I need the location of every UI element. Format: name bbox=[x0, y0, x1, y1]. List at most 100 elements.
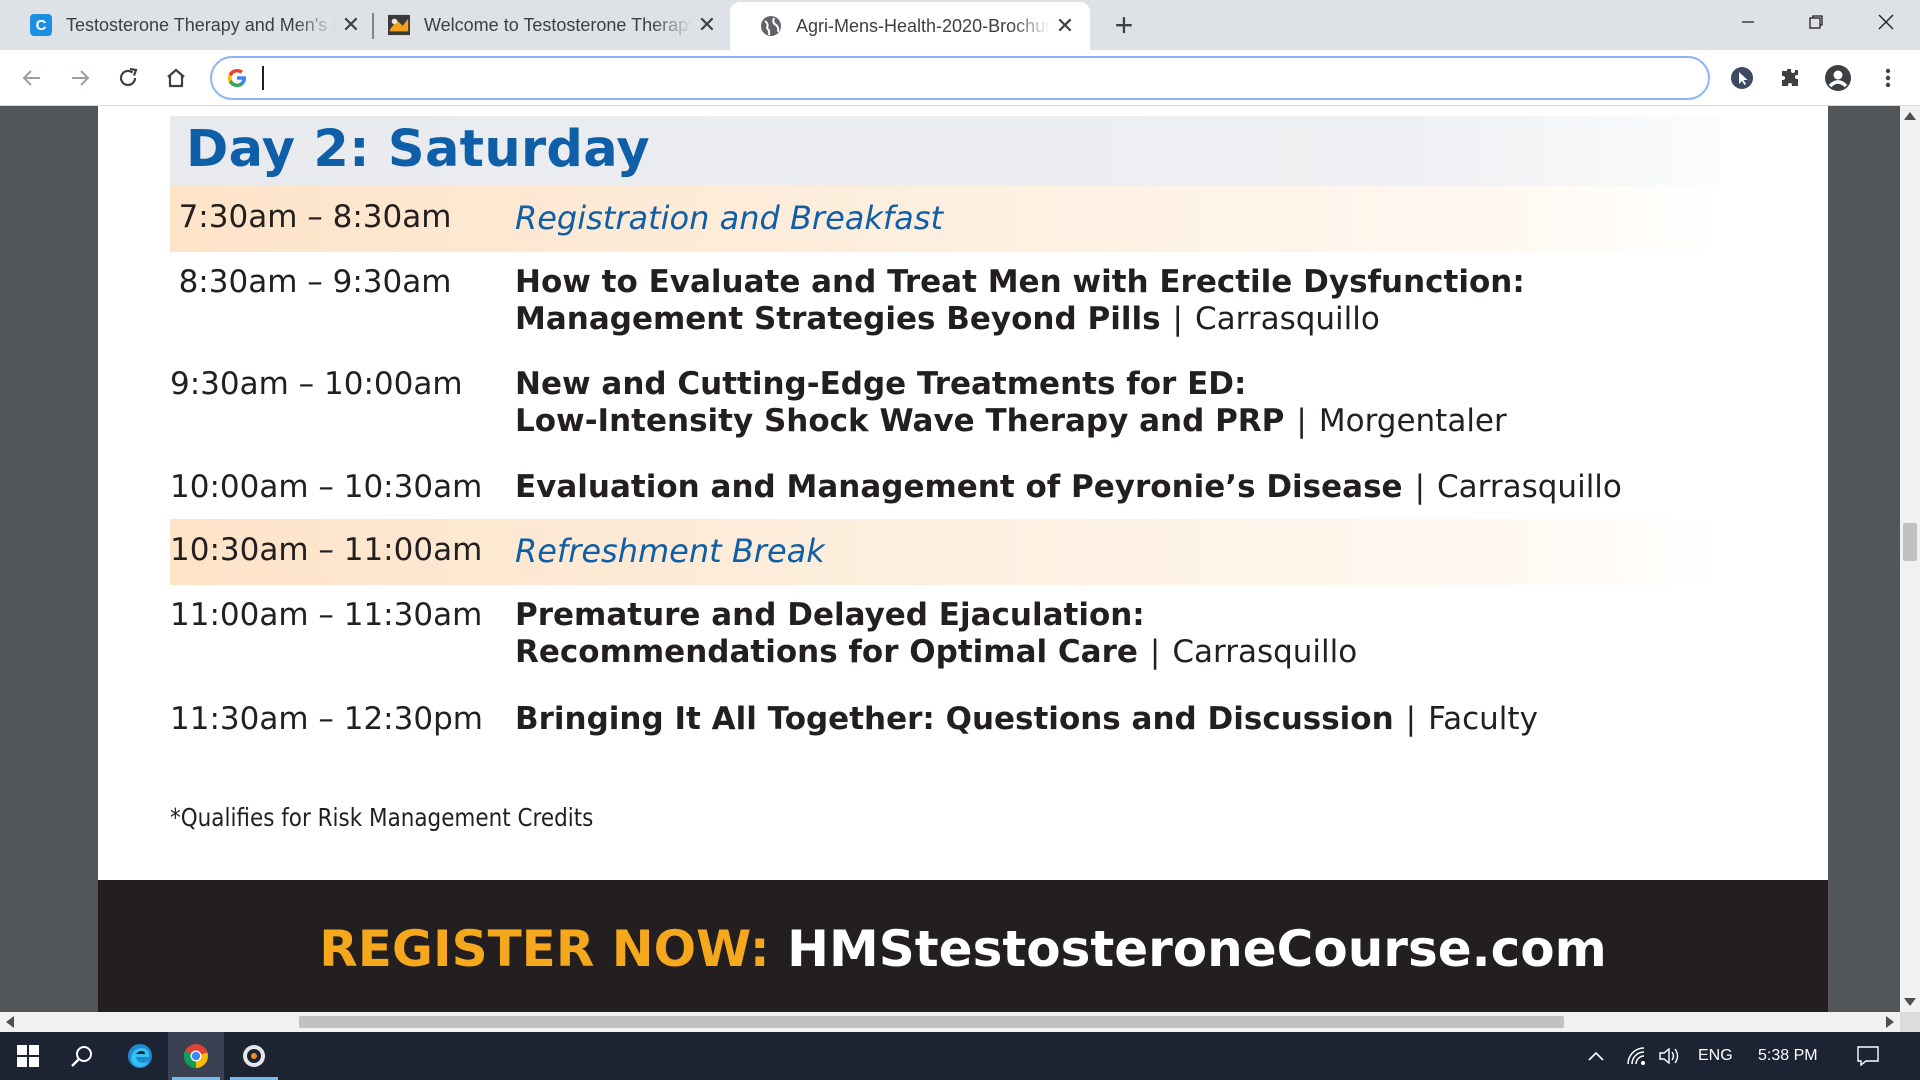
menu-button[interactable] bbox=[1872, 62, 1904, 94]
session-title-line: How to Evaluate and Treat Men with Erect… bbox=[515, 264, 1525, 300]
close-icon[interactable]: ✕ bbox=[1050, 13, 1080, 39]
vertical-scrollbar[interactable] bbox=[1900, 106, 1920, 1012]
horizontal-scroll-thumb[interactable] bbox=[299, 1016, 1564, 1028]
separator: | bbox=[1296, 403, 1307, 439]
schedule-row: 10:00am – 10:30am Evaluation and Managem… bbox=[170, 455, 1720, 519]
taskbar-edge[interactable] bbox=[112, 1032, 168, 1080]
pdf-viewport[interactable]: Day 2: Saturday 7:30am – 8:30am Registra… bbox=[0, 106, 1900, 1012]
minimize-button[interactable] bbox=[1718, 0, 1778, 44]
scrollbar-corner bbox=[1900, 1012, 1920, 1032]
tab-testosterone-therapy[interactable]: C Testosterone Therapy and Men's Health … bbox=[0, 0, 376, 50]
text-caret bbox=[262, 66, 264, 90]
tab-title: Welcome to Testosterone Therapy bbox=[424, 14, 692, 35]
separator: | bbox=[1405, 701, 1417, 737]
back-button[interactable] bbox=[12, 58, 52, 98]
day-header: Day 2: Saturday bbox=[170, 116, 1720, 186]
schedule-row-break: 7:30am – 8:30am Registration and Breakfa… bbox=[170, 186, 1720, 252]
schedule-row-break: 10:30am – 11:00am Refreshment Break bbox=[170, 519, 1720, 585]
close-icon[interactable]: ✕ bbox=[692, 12, 722, 38]
restore-icon bbox=[1809, 15, 1823, 29]
taskbar-media-player[interactable] bbox=[226, 1032, 282, 1080]
kebab-menu-icon bbox=[1885, 68, 1891, 88]
session-time: 11:00am – 11:30am bbox=[170, 597, 483, 633]
speaker-name: Morgentaler bbox=[1318, 403, 1507, 439]
register-now-label: REGISTER NOW: bbox=[319, 920, 770, 978]
windows-taskbar: ENG 5:38 PM bbox=[0, 1032, 1920, 1080]
session-time: 10:30am – 11:00am bbox=[170, 532, 483, 568]
home-icon bbox=[167, 68, 185, 88]
session-time: 8:30am – 9:30am bbox=[178, 264, 452, 300]
show-hidden-icons-button[interactable] bbox=[1586, 1032, 1606, 1080]
edge-icon bbox=[128, 1044, 152, 1068]
address-bar[interactable] bbox=[210, 56, 1710, 100]
tab-brochure-pdf[interactable]: Agri-Mens-Health-2020-Brochure.pdf ✕ bbox=[730, 2, 1090, 50]
avatar-icon bbox=[1825, 65, 1851, 91]
session-title: Evaluation and Management of Peyronie’s … bbox=[515, 469, 1715, 506]
speaker-name: Faculty bbox=[1428, 701, 1538, 737]
network-button[interactable] bbox=[1626, 1032, 1648, 1080]
register-banner: REGISTER NOW: HMStestosteroneCourse.com bbox=[98, 880, 1828, 1012]
separator: | bbox=[1414, 469, 1426, 505]
puzzle-icon bbox=[1782, 69, 1798, 86]
close-icon bbox=[1878, 14, 1894, 30]
globe-icon bbox=[760, 15, 782, 37]
session-title: Premature and Delayed Ejaculation: Recom… bbox=[515, 597, 1715, 671]
taskbar-chrome[interactable] bbox=[168, 1032, 224, 1080]
banner-text: REGISTER NOW: HMStestosteroneCourse.com bbox=[98, 920, 1828, 978]
session-time: 11:30am – 12:30pm bbox=[170, 701, 483, 737]
session-title: How to Evaluate and Treat Men with Erect… bbox=[515, 264, 1715, 338]
forward-button[interactable] bbox=[60, 58, 100, 98]
search-icon bbox=[71, 1046, 92, 1067]
reload-button[interactable] bbox=[108, 58, 148, 98]
extensions-button[interactable] bbox=[1774, 62, 1806, 94]
scroll-left-icon[interactable] bbox=[6, 1016, 14, 1028]
day-title: Day 2: Saturday bbox=[186, 120, 650, 179]
session-title: New and Cutting-Edge Treatments for ED: … bbox=[515, 366, 1715, 440]
search-button[interactable] bbox=[54, 1032, 110, 1080]
schedule-row: 11:30am – 12:30pm Bringing It All Togeth… bbox=[170, 687, 1720, 751]
tab-title: Agri-Mens-Health-2020-Brochure.pdf bbox=[796, 15, 1050, 36]
course-url: HMStestosteroneCourse.com bbox=[787, 920, 1607, 978]
new-tab-button[interactable]: + bbox=[1108, 8, 1140, 42]
notifications-button[interactable] bbox=[1856, 1032, 1880, 1080]
scroll-up-icon[interactable] bbox=[1904, 112, 1916, 120]
language-indicator[interactable]: ENG bbox=[1698, 1032, 1733, 1080]
session-title-line: Recommendations for Optimal Care bbox=[515, 634, 1138, 670]
schedule-row: 9:30am – 10:00am New and Cutting-Edge Tr… bbox=[170, 354, 1720, 455]
home-button[interactable] bbox=[156, 58, 196, 98]
cursor-extension-icon bbox=[1731, 67, 1753, 89]
url-input[interactable] bbox=[262, 64, 1682, 92]
chrome-icon bbox=[183, 1044, 208, 1069]
session-title-line: Premature and Delayed Ejaculation: bbox=[515, 597, 1145, 633]
speaker-name: Carrasquillo bbox=[1194, 301, 1380, 337]
media-player-icon bbox=[243, 1045, 265, 1067]
session-title-line: Bringing It All Together: Questions and … bbox=[515, 701, 1394, 737]
vertical-scroll-thumb[interactable] bbox=[1903, 523, 1917, 562]
minimize-icon bbox=[1742, 21, 1754, 23]
close-window-button[interactable] bbox=[1856, 0, 1916, 44]
footnote: *Qualifies for Risk Management Credits bbox=[170, 803, 594, 832]
session-time: 9:30am – 10:00am bbox=[170, 366, 463, 402]
speaker-name: Carrasquillo bbox=[1172, 634, 1358, 670]
windows-start-icon bbox=[17, 1045, 39, 1067]
speaker-name: Carrasquillo bbox=[1437, 469, 1622, 505]
reload-icon bbox=[119, 67, 138, 87]
cursor-extension-button[interactable] bbox=[1726, 62, 1758, 94]
start-button[interactable] bbox=[0, 1032, 56, 1080]
scroll-right-icon[interactable] bbox=[1886, 1016, 1894, 1028]
clock[interactable]: 5:38 PM bbox=[1758, 1032, 1818, 1080]
separator: | bbox=[1172, 301, 1183, 337]
volume-button[interactable] bbox=[1658, 1032, 1682, 1080]
notification-icon bbox=[1857, 1046, 1879, 1067]
session-title-line: Management Strategies Beyond Pills bbox=[515, 301, 1161, 337]
horizontal-scrollbar[interactable] bbox=[0, 1012, 1900, 1032]
c-logo-icon: C bbox=[30, 14, 52, 36]
scroll-down-icon[interactable] bbox=[1904, 998, 1916, 1006]
profile-button[interactable] bbox=[1822, 62, 1854, 94]
wifi-icon bbox=[1627, 1047, 1645, 1065]
restore-button[interactable] bbox=[1786, 0, 1846, 44]
tab-title: Testosterone Therapy and Men's Health bbox=[66, 14, 336, 35]
pdf-page: Day 2: Saturday 7:30am – 8:30am Registra… bbox=[98, 106, 1828, 880]
tab-welcome-testosterone[interactable]: Welcome to Testosterone Therapy ✕ bbox=[358, 0, 732, 50]
separator: | bbox=[1149, 634, 1161, 670]
